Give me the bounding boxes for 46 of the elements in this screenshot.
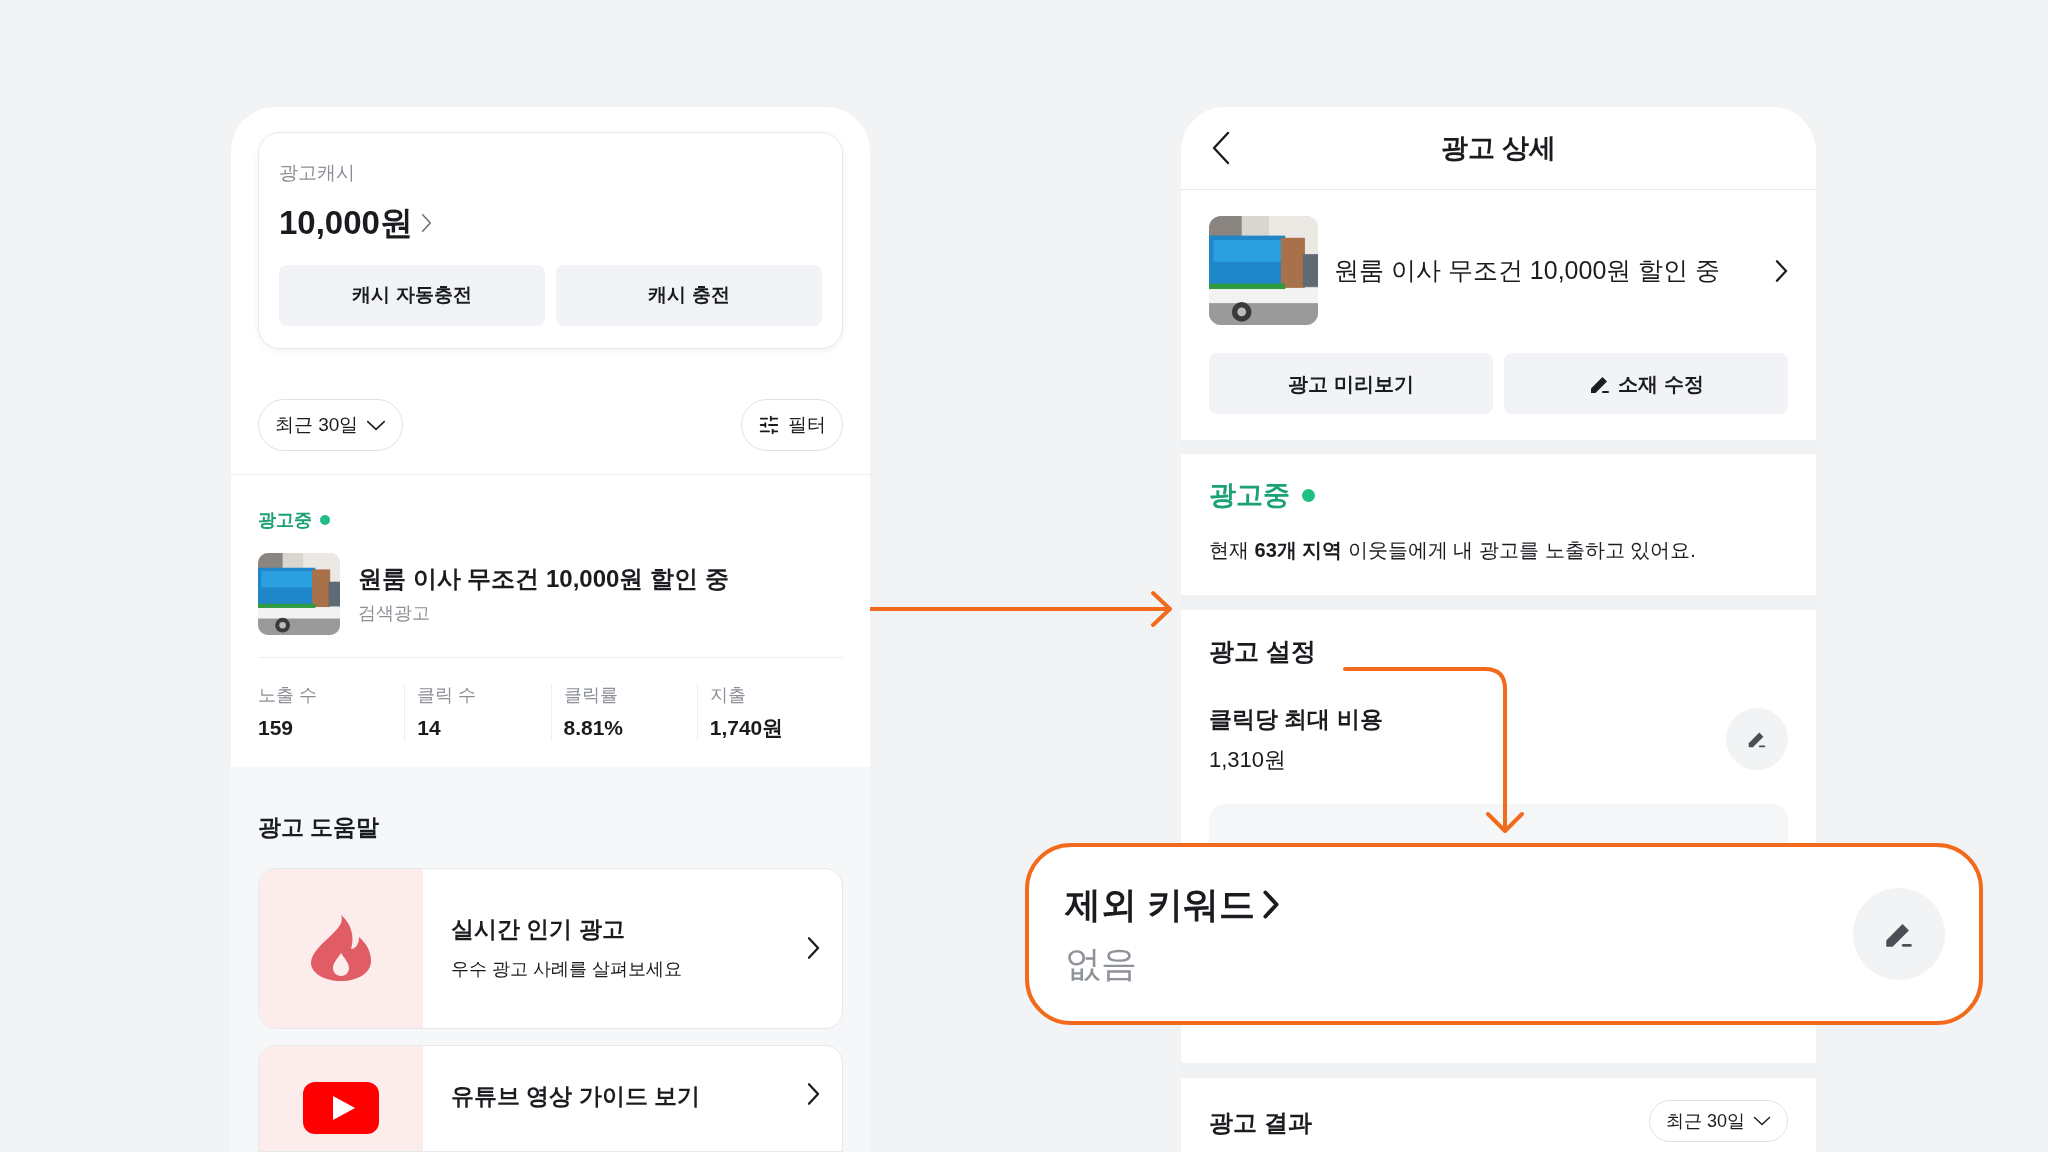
stat-value: 1,740원 [709, 714, 785, 741]
stat-value: 159 [258, 714, 295, 741]
chevron-down-icon [366, 419, 387, 431]
stat-value: 14 [417, 714, 442, 741]
chevron-right-icon [1775, 258, 1788, 283]
setting-value: 1,310원 [1209, 746, 1288, 774]
section-heading: 광고 설정 [1209, 636, 1317, 667]
flame-icon [311, 915, 371, 981]
chevron-right-icon [420, 212, 432, 233]
chevron-right-icon [807, 1081, 820, 1106]
preview-button[interactable]: 광고 미리보기 [1209, 353, 1493, 414]
help-title: 실시간 인기 광고 [451, 915, 626, 945]
back-icon [1211, 130, 1231, 166]
excluded-keywords-value: 없음 [1065, 942, 1138, 986]
help-card[interactable]: 실시간 인기 광고 우수 광고 사례를 살펴보세요 [258, 867, 843, 1029]
help-subtitle: 우수 광고 사례를 살펴보세요 [451, 958, 683, 981]
ad-title: 원룸 이사 무조건 10,000원 할인 중 [358, 563, 729, 594]
setting-label: 클릭당 최대 비용 [1209, 705, 1383, 734]
chevron-right-icon [807, 936, 820, 960]
back-button[interactable] [1211, 130, 1231, 166]
cash-amount-link[interactable]: 10,000원 [279, 206, 432, 239]
section-heading: 광고 도움말 [258, 812, 381, 842]
help-title: 유튜브 영상 가이드 보기 [451, 1081, 702, 1111]
chevron-right-icon [1263, 890, 1279, 919]
help-card[interactable]: 유튜브 영상 가이드 보기 [258, 1044, 843, 1152]
cash-label: 광고캐시 [279, 163, 356, 182]
section-heading: 광고 결과 [1209, 1108, 1312, 1138]
stat-label: 클릭 수 [417, 684, 478, 707]
screen-title: 광고 상세 [1440, 131, 1557, 165]
excluded-keywords-link[interactable]: 제외 키워드 [1065, 882, 1279, 927]
stat-value: 8.81% [563, 714, 625, 741]
stat-label: 노출 수 [258, 684, 318, 707]
stat-label: 지출 [709, 684, 747, 707]
charge-button[interactable]: 캐시 자동충전 [279, 265, 545, 326]
status-message: 현재 63개 지역 이웃들에게 내 광고를 노출하고 있어요. [1209, 538, 1697, 563]
edit-button[interactable]: 소재 수정 [1504, 353, 1788, 414]
charge-button[interactable]: 캐시 충전 [556, 265, 822, 326]
ad-title: 원룸 이사 무조건 10,000원 할인 중 [1334, 254, 1722, 286]
stat-label: 클릭률 [563, 684, 619, 707]
ad-row[interactable]: 원룸 이사 무조건 10,000원 할인 중 [1209, 216, 1788, 325]
status-label: 광고중 [1209, 482, 1290, 509]
video-play-icon [303, 1081, 379, 1134]
chevron-down-icon [1753, 1116, 1771, 1126]
ad-type: 검색광고 [358, 601, 431, 625]
status-label: 광고중 [258, 511, 312, 529]
filter-icon [758, 414, 780, 436]
